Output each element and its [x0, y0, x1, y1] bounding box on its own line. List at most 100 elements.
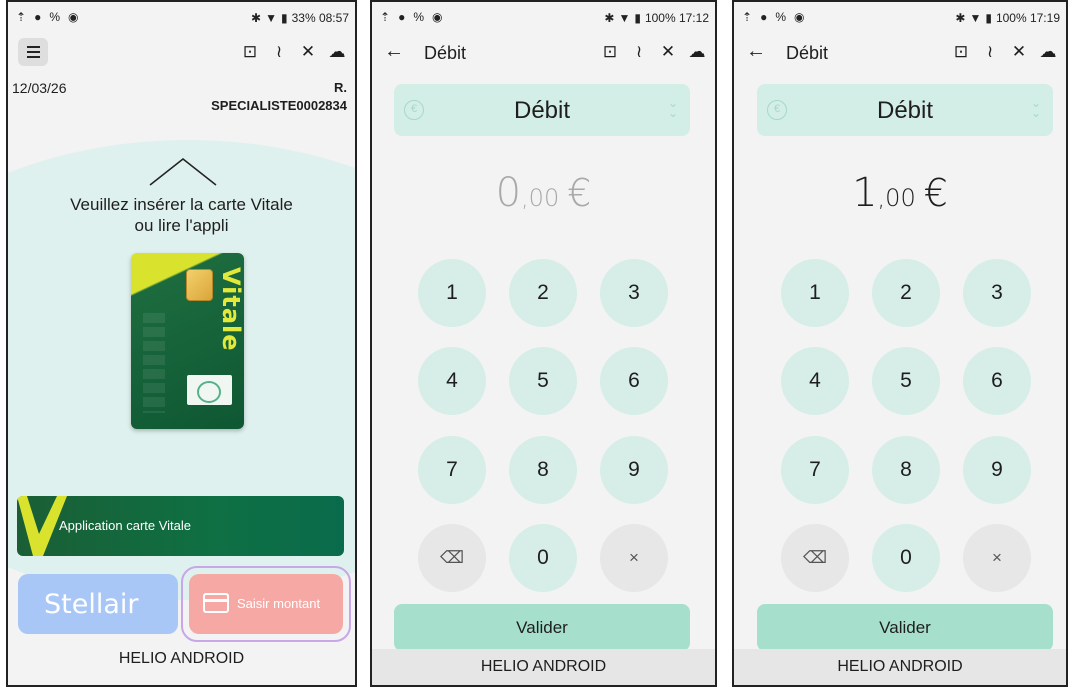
shield-icon: ◉: [431, 10, 443, 24]
app-vitale-label: Application carte Vitale: [59, 518, 192, 533]
vitale-off-icon[interactable]: ✕: [1009, 42, 1029, 62]
chevron-down-icon: ⌄ ⌄: [667, 96, 678, 120]
key-9[interactable]: 9: [963, 436, 1031, 504]
insert-card-prompt: Veuillez insérer la carte Vitale: [70, 195, 293, 214]
vitale-off-icon[interactable]: ✕: [658, 42, 678, 62]
toolbar: ← Débit ⊡ ≀ ✕ ☁: [734, 32, 1066, 76]
cloud-icon[interactable]: ☁: [687, 42, 707, 62]
valider-button[interactable]: Valider: [757, 604, 1053, 651]
id-card-icon[interactable]: ⊡: [600, 42, 620, 62]
footer-label: HELIO ANDROID: [372, 649, 715, 685]
saisir-montant-button[interactable]: Saisir montant: [189, 574, 343, 634]
key-0[interactable]: 0: [872, 524, 940, 592]
saisir-montant-focus: Saisir montant: [181, 566, 351, 642]
upload-icon: ⇡: [742, 10, 753, 24]
amount-display: 0,00 €: [372, 170, 715, 216]
link-icon: %: [413, 10, 424, 24]
debit-screen-empty: ⇡ ● % ◉ ✱ ▼ ▮ 100% 17:12 ← Débit ⊡ ≀ ✕ ☁…: [370, 0, 717, 687]
key-8[interactable]: 8: [509, 436, 577, 504]
key-3[interactable]: 3: [963, 259, 1031, 327]
amount-decimal: ,00: [521, 184, 560, 212]
id-card-icon[interactable]: ⊡: [240, 42, 260, 62]
key-1[interactable]: 1: [418, 259, 486, 327]
status-bar: ⇡ ● % ◉ ✱ ▼ ▮ 33% 08:57: [8, 2, 355, 32]
wifi-icon: ▼: [969, 11, 982, 25]
key-4[interactable]: 4: [781, 347, 849, 415]
chip-icon: [186, 269, 213, 301]
shield-icon: ◉: [67, 10, 79, 24]
key-8[interactable]: 8: [872, 436, 940, 504]
key-2[interactable]: 2: [872, 259, 940, 327]
key-7[interactable]: 7: [781, 436, 849, 504]
cloud-icon[interactable]: ☁: [1038, 42, 1058, 62]
backspace-key[interactable]: ⌫: [418, 524, 486, 592]
toolbar-title: Débit: [424, 43, 467, 63]
key-0[interactable]: 0: [509, 524, 577, 592]
id-card-icon[interactable]: ⊡: [951, 42, 971, 62]
status-bar: ⇡ ● % ◉ ✱ ▼ ▮ 100% 17:19: [734, 2, 1066, 32]
credit-card-icon: [203, 593, 229, 613]
valider-button[interactable]: Valider: [394, 604, 690, 651]
amount-currency: €: [923, 171, 948, 215]
nfc-icon[interactable]: ≀: [629, 42, 649, 62]
clear-key[interactable]: ×: [963, 524, 1031, 592]
upload-icon: ⇡: [16, 10, 27, 24]
bluetooth-icon: ✱: [955, 11, 966, 25]
upload-icon: ⇡: [380, 10, 391, 24]
menu-button[interactable]: [18, 38, 48, 66]
bluetooth-icon: ✱: [251, 11, 262, 25]
key-4[interactable]: 4: [418, 347, 486, 415]
clear-key[interactable]: ×: [600, 524, 668, 592]
stellair-button[interactable]: Stellair: [18, 574, 178, 634]
toolbar: ⊡ ≀ ✕ ☁: [8, 32, 355, 76]
dropdown-value: Débit: [513, 97, 571, 124]
key-6[interactable]: 6: [963, 347, 1031, 415]
battery-time: 100% 17:19: [995, 11, 1060, 25]
operation-dropdown[interactable]: € Débit ⌄ ⌄: [757, 84, 1053, 136]
battery-icon: ▮: [281, 11, 288, 25]
vitale-off-icon[interactable]: ✕: [298, 42, 318, 62]
bluetooth-icon: ✱: [604, 11, 615, 25]
key-1[interactable]: 1: [781, 259, 849, 327]
back-arrow-icon[interactable]: ←: [746, 41, 766, 61]
dropdown-value: Débit: [876, 97, 934, 124]
chevron-down-icon: ⌄ ⌄: [1030, 96, 1041, 120]
debit-screen-filled: ⇡ ● % ◉ ✱ ▼ ▮ 100% 17:19 ← Débit ⊡ ≀ ✕ ☁…: [732, 0, 1068, 687]
amount-currency: €: [567, 171, 592, 215]
footer-label: HELIO ANDROID: [734, 649, 1066, 685]
battery-icon: ▮: [634, 11, 641, 25]
wifi-icon: ▼: [265, 11, 277, 25]
cloud-icon[interactable]: ☁: [327, 42, 347, 62]
amount-decimal: ,00: [877, 184, 916, 212]
card-brand: Vitale: [217, 267, 244, 352]
toolbar: ← Débit ⊡ ≀ ✕ ☁: [372, 32, 715, 76]
back-arrow-icon[interactable]: ←: [384, 41, 404, 61]
card-photo: [187, 375, 232, 405]
nfc-icon[interactable]: ≀: [980, 42, 1000, 62]
key-9[interactable]: 9: [600, 436, 668, 504]
link-icon: %: [775, 10, 786, 24]
user-id: SPECIALISTE0002834: [211, 98, 347, 113]
footer-label: HELIO ANDROID: [118, 650, 245, 667]
amount-integer: 0: [495, 170, 522, 216]
saisir-montant-label: Saisir montant: [237, 596, 321, 611]
nfc-icon[interactable]: ≀: [269, 42, 289, 62]
key-5[interactable]: 5: [872, 347, 940, 415]
key-2[interactable]: 2: [509, 259, 577, 327]
stellair-label: Stellair: [44, 589, 139, 620]
user-initial: R.: [334, 80, 347, 95]
app-vitale-button[interactable]: Application carte Vitale: [17, 496, 344, 556]
key-3[interactable]: 3: [600, 259, 668, 327]
key-7[interactable]: 7: [418, 436, 486, 504]
battery-time: 100% 17:12: [644, 11, 709, 25]
key-6[interactable]: 6: [600, 347, 668, 415]
amount-integer: 1: [852, 170, 878, 216]
chevron-up-icon: [149, 158, 217, 186]
key-5[interactable]: 5: [509, 347, 577, 415]
shield-icon: ◉: [793, 10, 805, 24]
face-icon: ●: [760, 10, 768, 24]
operation-dropdown[interactable]: € Débit ⌄ ⌄: [394, 84, 690, 136]
backspace-key[interactable]: ⌫: [781, 524, 849, 592]
vitale-card-image: Vitale: [131, 253, 244, 429]
home-screen: ⇡ ● % ◉ ✱ ▼ ▮ 33% 08:57 ⊡ ≀ ✕ ☁ 12/03/26…: [6, 0, 357, 687]
